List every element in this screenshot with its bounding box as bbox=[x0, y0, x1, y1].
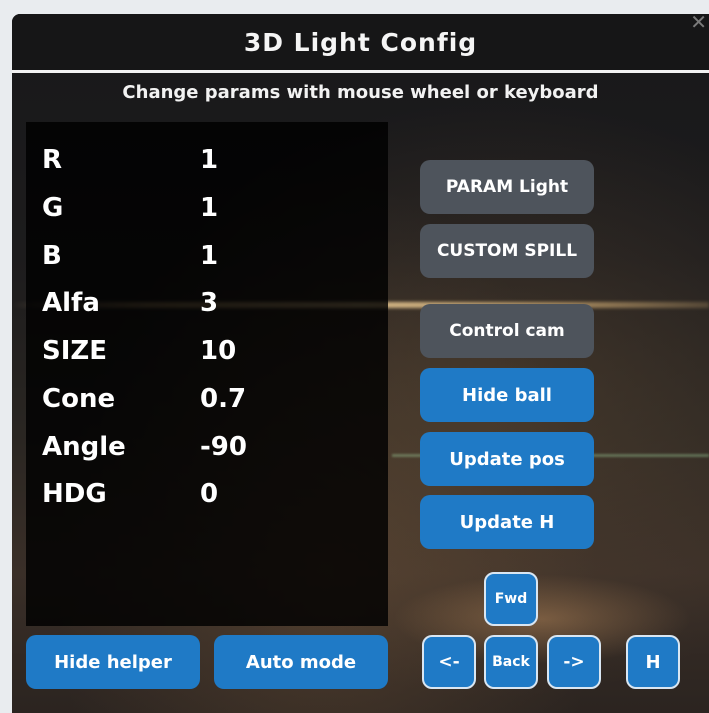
param-value: 3 bbox=[200, 288, 219, 318]
param-row-alfa[interactable]: Alfa 3 bbox=[42, 283, 350, 323]
param-label: SIZE bbox=[42, 336, 108, 366]
param-label: G bbox=[42, 193, 64, 223]
instructions-text: Change params with mouse wheel or keyboa… bbox=[122, 82, 599, 103]
custom-spill-button[interactable]: CUSTOM SPILL bbox=[420, 224, 594, 278]
param-label: R bbox=[42, 145, 63, 175]
param-row-cone[interactable]: Cone 0.7 bbox=[42, 379, 350, 419]
param-row-hdg[interactable]: HDG 0 bbox=[42, 474, 350, 514]
auto-mode-button[interactable]: Auto mode bbox=[214, 635, 388, 689]
param-light-button[interactable]: PARAM Light bbox=[420, 160, 594, 214]
forward-button[interactable]: Fwd bbox=[484, 572, 538, 626]
h-button[interactable]: H bbox=[626, 635, 680, 689]
close-icon[interactable]: ✕ bbox=[690, 14, 707, 32]
left-button[interactable]: <- bbox=[422, 635, 476, 689]
control-cam-button[interactable]: Control cam bbox=[420, 304, 594, 358]
param-value: 10 bbox=[200, 336, 237, 366]
update-pos-button[interactable]: Update pos bbox=[420, 432, 594, 486]
param-value: 1 bbox=[200, 145, 219, 175]
param-row-angle[interactable]: Angle -90 bbox=[42, 427, 350, 467]
param-label: Cone bbox=[42, 384, 116, 414]
param-label: B bbox=[42, 241, 62, 271]
title-bar: 3D Light Config ✕ bbox=[12, 14, 709, 73]
light-config-window: 3D Light Config ✕ Change params with mou… bbox=[12, 14, 709, 713]
hide-ball-button[interactable]: Hide ball bbox=[420, 368, 594, 422]
param-value: 1 bbox=[200, 241, 219, 271]
param-label: Angle bbox=[42, 432, 126, 462]
param-row-size[interactable]: SIZE 10 bbox=[42, 331, 350, 371]
update-h-button[interactable]: Update H bbox=[420, 495, 594, 549]
param-label: HDG bbox=[42, 479, 107, 509]
param-value: 1 bbox=[200, 193, 219, 223]
param-row-r[interactable]: R 1 bbox=[42, 140, 350, 180]
param-value: -90 bbox=[200, 432, 247, 462]
param-row-b[interactable]: B 1 bbox=[42, 236, 350, 276]
params-panel: R 1 G 1 B 1 Alfa 3 SIZE 10 Cone 0.7 Angl… bbox=[26, 122, 388, 626]
window-title: 3D Light Config bbox=[243, 27, 478, 57]
right-button[interactable]: -> bbox=[547, 635, 601, 689]
param-label: Alfa bbox=[42, 288, 100, 318]
back-button[interactable]: Back bbox=[484, 635, 538, 689]
param-row-g[interactable]: G 1 bbox=[42, 188, 350, 228]
hide-helper-button[interactable]: Hide helper bbox=[26, 635, 200, 689]
param-value: 0 bbox=[200, 479, 219, 509]
param-value: 0.7 bbox=[200, 384, 247, 414]
